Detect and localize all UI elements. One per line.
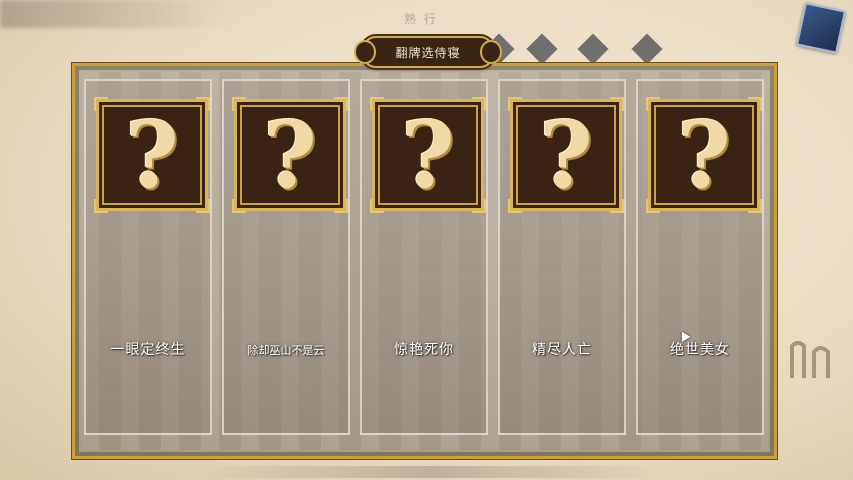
question-mark-icon: ? [539,101,593,209]
question-mark-icon: ? [677,101,731,209]
card-frame: ? [232,97,348,213]
background-ornament-icon [790,341,830,378]
panel-title: 翻牌选侍寝 [354,36,502,68]
panel-title-text: 翻牌选侍寝 [395,45,461,60]
card-label: 精尽人亡 [532,342,592,358]
background-top-smudge [0,0,230,28]
card-3[interactable]: ? 惊艳死你 [360,79,488,435]
card-label: 一眼定终生 [110,342,186,358]
card-label: 除却巫山不是云 [247,344,325,357]
question-mark-icon: ? [125,101,179,209]
card-label: 绝世美女 [670,342,730,358]
background-bottom-bar [200,466,660,478]
card-frame: ? [94,97,210,213]
background-title-text: 熟 行 [404,12,438,26]
question-mark-icon: ? [401,101,455,209]
card-1[interactable]: ? 一眼定终生 [84,79,212,435]
card-frame: ? [370,97,486,213]
card-frame: ? [508,97,624,213]
card-4[interactable]: ? 精尽人亡 [498,79,626,435]
card-row: ? 一眼定终生 ? 除却巫山不是云 ? 惊艳死你 ? 精尽人亡 ? 绝世美女 [84,79,768,437]
diamond-ornament-icon [577,33,609,65]
diamond-ornament-icon [526,33,558,65]
card-frame: ? [646,97,762,213]
diamond-ornament-icon [631,33,663,65]
card-5[interactable]: ? 绝世美女 [636,79,764,435]
card-label: 惊艳死你 [394,342,454,358]
question-mark-icon: ? [263,101,317,209]
card-2[interactable]: ? 除却巫山不是云 [222,79,350,435]
book-icon[interactable] [795,2,847,54]
